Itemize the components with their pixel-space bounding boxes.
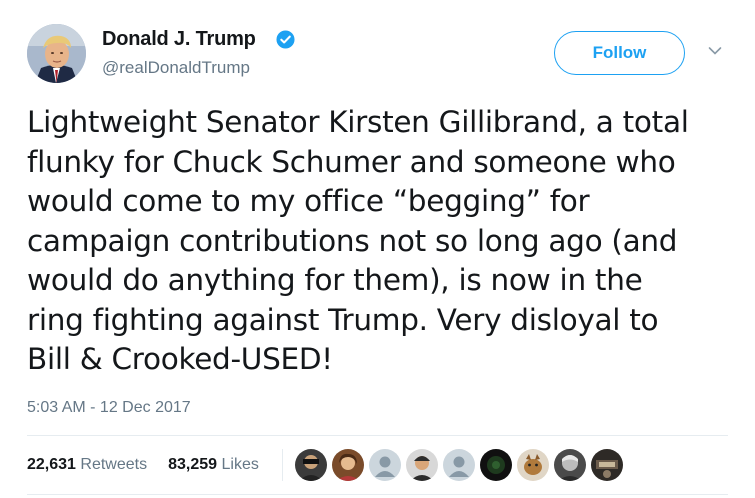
stats-divider bbox=[282, 449, 283, 481]
tweet-timestamp[interactable]: 5:03 AM - 12 Dec 2017 bbox=[27, 399, 191, 417]
liker-avatar[interactable] bbox=[591, 449, 623, 481]
avatar-image bbox=[27, 24, 86, 83]
tweet-card: Donald J. Trump @realDonaldTrump Follow … bbox=[0, 0, 755, 498]
likes-label: Likes bbox=[221, 456, 259, 473]
liker-avatar[interactable] bbox=[517, 449, 549, 481]
author-handle[interactable]: @realDonaldTrump bbox=[102, 58, 250, 78]
divider bbox=[27, 435, 728, 436]
verified-badge-icon bbox=[276, 30, 295, 49]
retweets-count: 22,631 bbox=[27, 456, 76, 473]
liker-avatar[interactable] bbox=[295, 449, 327, 481]
divider bbox=[27, 494, 728, 495]
likes-stat[interactable]: 83,259 Likes bbox=[168, 456, 259, 474]
default-avatar-icon[interactable] bbox=[443, 449, 475, 481]
tweet-stats: 22,631 Retweets 83,259 Likes bbox=[27, 456, 259, 474]
liker-avatar[interactable] bbox=[332, 449, 364, 481]
default-avatar-icon[interactable] bbox=[369, 449, 401, 481]
retweets-stat[interactable]: 22,631 Retweets bbox=[27, 456, 147, 474]
retweets-label: Retweets bbox=[80, 456, 148, 473]
author-avatar[interactable] bbox=[27, 24, 86, 83]
liker-avatar[interactable] bbox=[554, 449, 586, 481]
liker-avatar[interactable] bbox=[480, 449, 512, 481]
likes-count: 83,259 bbox=[168, 456, 218, 473]
liker-avatars bbox=[295, 449, 623, 481]
author-name[interactable]: Donald J. Trump bbox=[102, 28, 256, 51]
follow-button[interactable]: Follow bbox=[554, 31, 685, 75]
tweet-text: Lightweight Senator Kirsten Gillibrand, … bbox=[27, 105, 689, 376]
liker-avatar[interactable] bbox=[406, 449, 438, 481]
chevron-down-icon[interactable] bbox=[708, 46, 722, 56]
